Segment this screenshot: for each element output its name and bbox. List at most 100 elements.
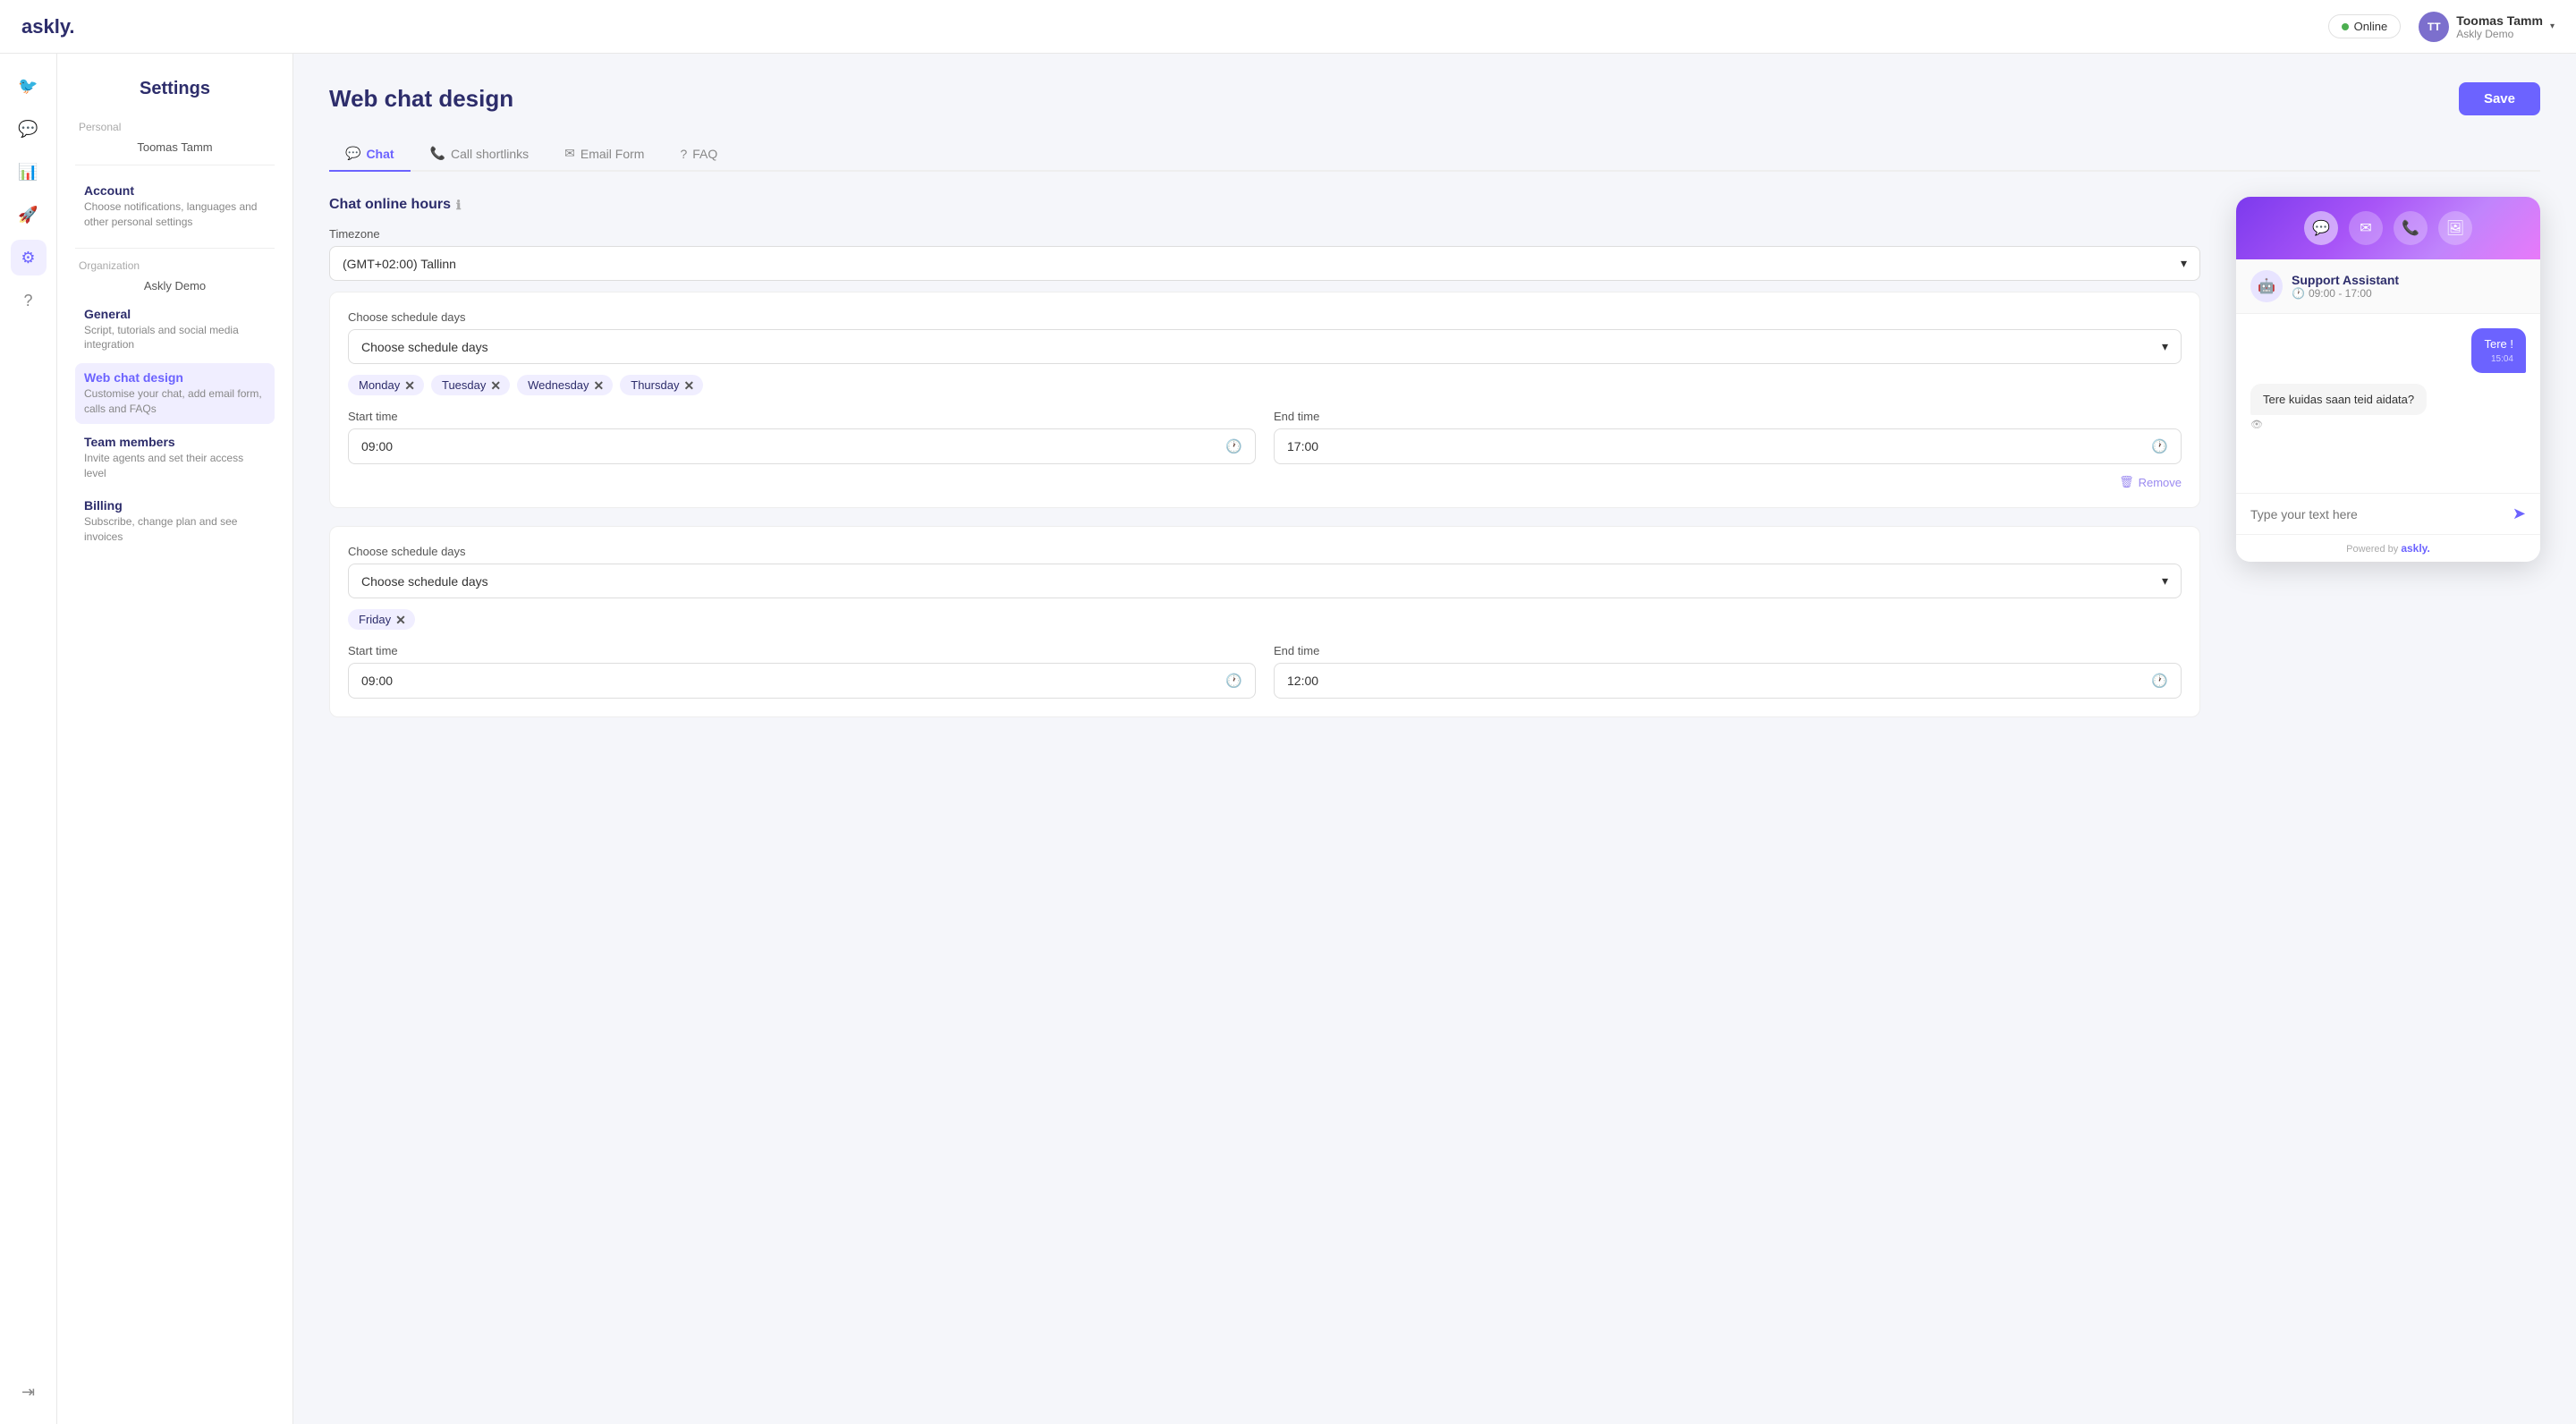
schedule2-end-value: 12:00 bbox=[1287, 674, 1318, 688]
powered-by-label: Powered by bbox=[2346, 544, 2398, 555]
bubble-left-1: Tere kuidas saan teid aidata? bbox=[2250, 384, 2427, 415]
chat-preview-header: 💬 ✉ 📞 🖼 bbox=[2236, 197, 2540, 259]
schedule2-end-group: End time 12:00 🕐 bbox=[1274, 644, 2182, 699]
tab-email-form[interactable]: ✉ Email Form bbox=[548, 137, 660, 172]
chat-preview-tabs: 💬 ✉ 📞 🖼 bbox=[2250, 211, 2526, 245]
schedule2-start-value: 09:00 bbox=[361, 674, 393, 688]
nav-item-team[interactable]: Team members Invite agents and set their… bbox=[75, 428, 275, 488]
tab-email-icon: ✉ bbox=[564, 146, 575, 161]
status-badge[interactable]: Online bbox=[2328, 14, 2402, 38]
main-content: Web chat design Save 💬 Chat 📞 Call short… bbox=[293, 54, 2576, 1424]
day-friday-remove[interactable]: ✕ bbox=[395, 614, 406, 626]
agent-hours: 🕐 09:00 - 17:00 bbox=[2292, 287, 2399, 300]
nav-item-account[interactable]: Account Choose notifications, languages … bbox=[75, 176, 275, 237]
day-tuesday-remove[interactable]: ✕ bbox=[490, 379, 501, 392]
preview-tab-call[interactable]: 📞 bbox=[2394, 211, 2428, 245]
clock-icon-s1-end: 🕐 bbox=[2151, 438, 2168, 454]
preview-tab-chat[interactable]: 💬 bbox=[2304, 211, 2338, 245]
day-tag-wednesday: Wednesday ✕ bbox=[517, 375, 613, 395]
schedule-block-2: Choose schedule days Choose schedule day… bbox=[329, 526, 2200, 717]
day-thursday-remove[interactable]: ✕ bbox=[683, 379, 694, 392]
nav-item-webchat[interactable]: Web chat design Customise your chat, add… bbox=[75, 363, 275, 424]
sidebar-icon-analytics[interactable]: 📊 bbox=[11, 154, 47, 190]
personal-section-label: Personal bbox=[75, 121, 275, 133]
agent-name: Support Assistant bbox=[2292, 273, 2399, 287]
schedule2-start-label: Start time bbox=[348, 644, 1256, 657]
settings-sidebar: Settings Personal Toomas Tamm Account Ch… bbox=[57, 54, 293, 1424]
nav-item-team-sub: Invite agents and set their access level bbox=[84, 451, 266, 481]
send-button[interactable]: ➤ bbox=[2512, 504, 2526, 523]
sidebar-icon-logout[interactable]: ⇥ bbox=[11, 1374, 47, 1410]
timezone-select[interactable]: (GMT+02:00) Tallinn ▾ bbox=[329, 246, 2200, 281]
tab-faq-icon: ? bbox=[680, 147, 687, 161]
sidebar-icon-chat[interactable]: 🐦 bbox=[11, 68, 47, 104]
tab-call-shortlinks[interactable]: 📞 Call shortlinks bbox=[414, 137, 546, 172]
timezone-value: (GMT+02:00) Tallinn bbox=[343, 257, 456, 271]
sidebar-icon-campaigns[interactable]: 🚀 bbox=[11, 197, 47, 233]
top-navigation: askly. Online TT Toomas Tamm Askly Demo … bbox=[0, 0, 2576, 54]
clock-icon-s1-start: 🕐 bbox=[1225, 438, 1242, 454]
nav-item-webchat-sub: Customise your chat, add email form, cal… bbox=[84, 386, 266, 417]
tab-faq-label: FAQ bbox=[692, 147, 717, 161]
chat-input-row: ➤ bbox=[2236, 493, 2540, 534]
schedule1-end-input[interactable]: 17:00 🕐 bbox=[1274, 428, 2182, 464]
preview-tab-gallery[interactable]: 🖼 bbox=[2438, 211, 2472, 245]
schedule1-days-select[interactable]: Choose schedule days ▾ bbox=[348, 329, 2182, 364]
sidebar-icon-settings[interactable]: ⚙ bbox=[11, 240, 47, 275]
day-wednesday-label: Wednesday bbox=[528, 378, 589, 392]
trash-icon: 🗑 bbox=[2119, 475, 2134, 489]
personal-name: Toomas Tamm bbox=[75, 140, 275, 154]
schedule1-start-value: 09:00 bbox=[361, 439, 393, 453]
chat-messages-area: Tere ! 15:04 Tere kuidas saan teid aidat… bbox=[2236, 314, 2540, 493]
schedule2-placeholder: Choose schedule days bbox=[361, 574, 488, 589]
settings-title: Settings bbox=[75, 79, 275, 99]
schedule2-days-select[interactable]: Choose schedule days ▾ bbox=[348, 564, 2182, 598]
sidebar-icon-messages[interactable]: 💬 bbox=[11, 111, 47, 147]
chevron-down-icon-s2: ▾ bbox=[2162, 573, 2168, 589]
user-name: Toomas Tamm bbox=[2456, 13, 2543, 28]
schedule1-end-value: 17:00 bbox=[1287, 439, 1318, 453]
schedule1-end-label: End time bbox=[1274, 410, 2182, 423]
divider-org bbox=[75, 248, 275, 249]
schedule1-days-row: Monday ✕ Tuesday ✕ Wednesday ✕ Thursda bbox=[348, 375, 2182, 395]
schedule1-choose-label: Choose schedule days bbox=[348, 310, 2182, 324]
schedule1-remove-label: Remove bbox=[2139, 476, 2182, 489]
day-tag-friday: Friday ✕ bbox=[348, 609, 415, 630]
day-monday-remove[interactable]: ✕ bbox=[404, 379, 415, 392]
tab-chat-icon: 💬 bbox=[345, 146, 360, 161]
tab-chat[interactable]: 💬 Chat bbox=[329, 137, 411, 172]
schedule2-end-input[interactable]: 12:00 🕐 bbox=[1274, 663, 2182, 699]
powered-by: Powered by askly. bbox=[2236, 534, 2540, 562]
day-wednesday-remove[interactable]: ✕ bbox=[594, 379, 605, 392]
schedule2-start-input[interactable]: 09:00 🕐 bbox=[348, 663, 1256, 699]
schedule2-start-group: Start time 09:00 🕐 bbox=[348, 644, 1256, 699]
save-button[interactable]: Save bbox=[2459, 82, 2540, 115]
tab-call-label: Call shortlinks bbox=[451, 147, 529, 161]
chevron-down-icon-s1: ▾ bbox=[2162, 339, 2168, 354]
bubble-right-1: Tere ! 15:04 bbox=[2471, 328, 2526, 373]
nav-item-team-title: Team members bbox=[84, 435, 266, 449]
nav-item-general[interactable]: General Script, tutorials and social med… bbox=[75, 300, 275, 360]
bubble-right-text: Tere ! bbox=[2484, 337, 2513, 351]
day-tag-tuesday: Tuesday ✕ bbox=[431, 375, 510, 395]
nav-item-billing[interactable]: Billing Subscribe, change plan and see i… bbox=[75, 491, 275, 552]
chevron-down-icon: ▾ bbox=[2550, 21, 2555, 31]
clock-icon-agent: 🕐 bbox=[2292, 287, 2305, 300]
tab-faq[interactable]: ? FAQ bbox=[664, 137, 733, 172]
schedule2-days-row: Friday ✕ bbox=[348, 609, 2182, 630]
timezone-label: Timezone bbox=[329, 227, 2200, 241]
schedule-block-1: Choose schedule days Choose schedule day… bbox=[329, 292, 2200, 508]
schedule2-time-row: Start time 09:00 🕐 End time 12:00 🕐 bbox=[348, 644, 2182, 699]
schedule1-time-row: Start time 09:00 🕐 End time 17:00 🕐 bbox=[348, 410, 2182, 464]
sidebar-icon-help[interactable]: ? bbox=[11, 283, 47, 318]
message-left-1: Tere kuidas saan teid aidata? 👁 bbox=[2250, 384, 2526, 430]
preview-tab-email[interactable]: ✉ bbox=[2349, 211, 2383, 245]
chat-input[interactable] bbox=[2250, 507, 2505, 521]
day-tag-monday: Monday ✕ bbox=[348, 375, 424, 395]
schedule1-remove-button[interactable]: 🗑 Remove bbox=[2119, 475, 2182, 489]
schedule1-start-label: Start time bbox=[348, 410, 1256, 423]
status-dot bbox=[2342, 23, 2349, 30]
user-menu[interactable]: TT Toomas Tamm Askly Demo ▾ bbox=[2419, 12, 2555, 42]
schedule1-start-input[interactable]: 09:00 🕐 bbox=[348, 428, 1256, 464]
message-right-1: Tere ! 15:04 bbox=[2250, 328, 2526, 373]
